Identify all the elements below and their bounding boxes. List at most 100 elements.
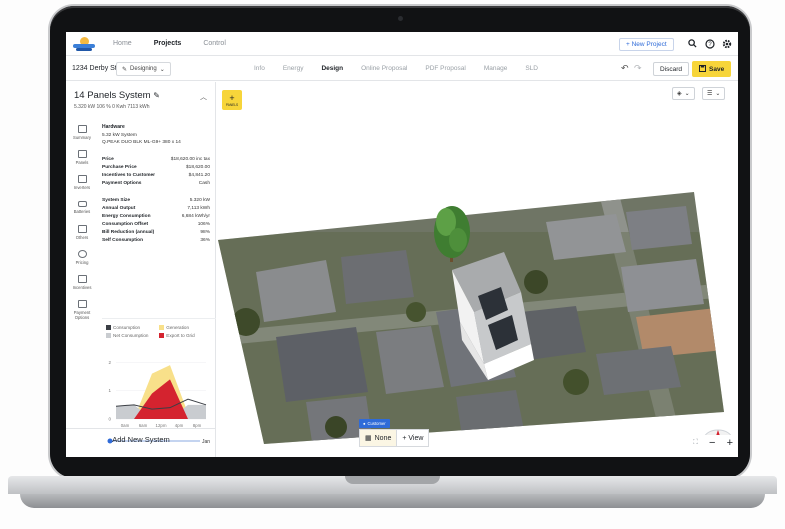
section-rail: Summary Panels Inverters Batteries Other…	[66, 120, 98, 325]
chevron-down-icon: ⌄	[159, 66, 165, 73]
status-label: Designing	[130, 66, 157, 72]
search-icon[interactable]	[686, 37, 699, 50]
chevron-up-icon[interactable]: ︿	[200, 92, 207, 102]
aerial-map-view[interactable]	[216, 82, 738, 457]
plus-icon: +	[229, 92, 235, 103]
tab-info[interactable]: Info	[254, 65, 265, 72]
rail-panels[interactable]: Panels	[66, 145, 98, 170]
others-grid-icon	[77, 225, 87, 233]
view-toggle: ▦ None + View	[359, 429, 430, 447]
rail-others-label: Others	[75, 235, 89, 240]
tab-manage[interactable]: Manage	[484, 65, 508, 72]
redo-icon[interactable]: ↷	[634, 63, 642, 74]
zoom-out-button[interactable]: −	[709, 437, 715, 449]
save-button[interactable]: Save	[692, 61, 732, 77]
legend-swatch	[159, 333, 165, 338]
system-details: Hardware 5.32 kW System Q.PEAK DUO BLK M…	[102, 124, 210, 251]
chart-legend: Consumption Generation Net Consumption E…	[106, 325, 212, 341]
stat-key: Energy Consumption	[102, 213, 151, 219]
legend-label: Net Consumption	[113, 333, 149, 338]
stat-value: 6,684 kWh/yr	[181, 213, 210, 219]
edit-pencil-icon[interactable]: ✎	[153, 91, 160, 100]
stat-value: 5.320 kW	[189, 197, 210, 203]
stat-value: 98%	[200, 229, 210, 235]
settings-gear-icon[interactable]	[720, 37, 733, 50]
view-none-button[interactable]: ▦ None	[360, 430, 398, 446]
stat-row: Energy Consumption 6,684 kWh/yr	[102, 213, 210, 221]
stat-key: System Size	[102, 197, 130, 203]
project-tabs: Info Energy Design Online Proposal PDF P…	[254, 65, 556, 72]
y-tick-label: 0	[108, 417, 111, 422]
hardware-panel-model: Q.PEAK DUO BLK ML-G9+ 380 x 14	[102, 140, 181, 145]
rail-batteries-label: Batteries	[73, 209, 91, 214]
y-tick-label: 2	[108, 360, 111, 365]
rail-payment-options[interactable]: Payment Options	[66, 295, 98, 325]
stat-value: 7,113 kWh	[187, 205, 210, 211]
tab-energy[interactable]: Energy	[283, 65, 304, 72]
tab-pdf-proposal[interactable]: PDF Proposal	[425, 65, 465, 72]
design-map[interactable]: + PANELS ◈ ⌄ ☰ ⌄ ● Customer ▦ None + Vie…	[216, 82, 738, 457]
pricing-key: Price	[102, 156, 114, 162]
stat-key: Bill Reduction (annual)	[102, 229, 155, 235]
map-icon: ▦	[365, 435, 372, 442]
nav-control[interactable]: Control	[203, 40, 226, 47]
fullscreen-icon[interactable]: ⛶	[693, 439, 698, 447]
nav-home[interactable]: Home	[113, 40, 132, 47]
battery-icon	[77, 201, 87, 207]
tab-design[interactable]: Design	[321, 65, 343, 72]
stat-row: System Size 5.320 kW	[102, 197, 210, 205]
new-project-button[interactable]: + New Project	[619, 38, 674, 51]
legend-item[interactable]: Consumption	[106, 325, 158, 330]
pricing-block: Price $18,620.00 inc tax Purchase Price $1…	[102, 156, 210, 188]
legend-item[interactable]: Net Consumption	[106, 333, 158, 338]
rail-incentives[interactable]: Incentives	[66, 270, 98, 295]
stats-block: System Size 5.320 kW Annual Output 7,113 k…	[102, 197, 210, 245]
rail-pricing[interactable]: Pricing	[66, 245, 98, 270]
pricing-value: $18,620.00 inc tax	[170, 156, 210, 162]
system-panel: 14 Panels System ✎ 5.320 kW 106 % 0 Kwh …	[66, 82, 216, 457]
rail-summary[interactable]: Summary	[66, 120, 98, 145]
pricing-tag-icon	[77, 250, 87, 258]
customer-tag-label: Customer	[367, 421, 386, 426]
rail-summary-label: Summary	[73, 135, 91, 140]
stat-row: Consumption Offset 106%	[102, 221, 210, 229]
add-new-system-button[interactable]: Add New System	[66, 428, 216, 450]
project-toolbar: 1234 Derby St ✎ Designing ⌄ Info Energy …	[66, 57, 738, 81]
chevron-down-icon: ⌄	[715, 91, 721, 97]
hardware-heading: Hardware	[102, 124, 125, 130]
legend-item[interactable]: Generation	[159, 325, 211, 330]
add-panels-button[interactable]: + PANELS	[222, 90, 242, 110]
discard-button[interactable]: Discard	[653, 62, 690, 76]
rail-others[interactable]: Others	[66, 220, 98, 245]
brand-logo-icon[interactable]	[73, 36, 95, 52]
customer-view-tag: ● Customer	[359, 419, 390, 428]
legend-label: Export to Grid	[166, 333, 195, 338]
rail-panels-label: Panels	[75, 160, 89, 165]
top-navigation: Home Projects Control + New Project ?	[66, 32, 738, 56]
save-disk-icon	[699, 64, 706, 74]
summary-icon	[77, 125, 87, 133]
stat-key: Consumption Offset	[102, 221, 149, 227]
help-icon[interactable]: ?	[703, 37, 716, 50]
undo-icon[interactable]: ↶	[621, 63, 629, 74]
stat-key: Self Consumption	[102, 237, 144, 243]
nav-projects[interactable]: Projects	[154, 40, 182, 47]
stat-value: 36%	[200, 237, 210, 243]
system-summary: 5.320 kW 106 % 0 Kwh 7113 kWh	[74, 104, 150, 110]
project-status-dropdown[interactable]: ✎ Designing ⌄	[116, 62, 171, 76]
layers-dropdown[interactable]: ◈ ⌄	[672, 87, 695, 100]
stat-key: Annual Output	[102, 205, 136, 211]
adjustments-dropdown[interactable]: ☰ ⌄	[702, 87, 726, 100]
legend-label: Generation	[166, 325, 190, 330]
legend-item[interactable]: Export to Grid	[159, 333, 211, 338]
tab-online-proposal[interactable]: Online Proposal	[361, 65, 407, 72]
legend-label: Consumption	[113, 325, 141, 330]
app-screen: Home Projects Control + New Project ? 12…	[66, 32, 738, 457]
tab-sld[interactable]: SLD	[525, 65, 538, 72]
rail-inverters[interactable]: Inverters	[66, 170, 98, 195]
zoom-in-button[interactable]: +	[727, 437, 733, 449]
stat-row: Bill Reduction (annual) 98%	[102, 229, 210, 237]
laptop-mockup: Home Projects Control + New Project ? 12…	[0, 0, 785, 529]
rail-batteries[interactable]: Batteries	[66, 195, 98, 220]
add-view-button[interactable]: + View	[397, 430, 428, 446]
